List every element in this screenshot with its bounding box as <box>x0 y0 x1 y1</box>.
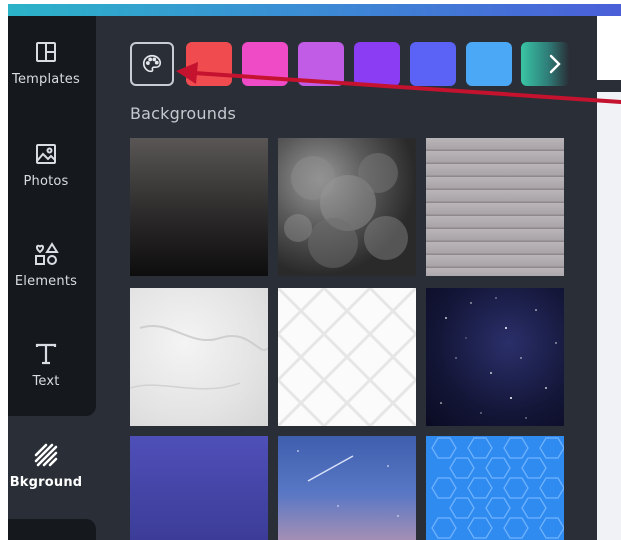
annotation-arrow <box>176 62 621 104</box>
